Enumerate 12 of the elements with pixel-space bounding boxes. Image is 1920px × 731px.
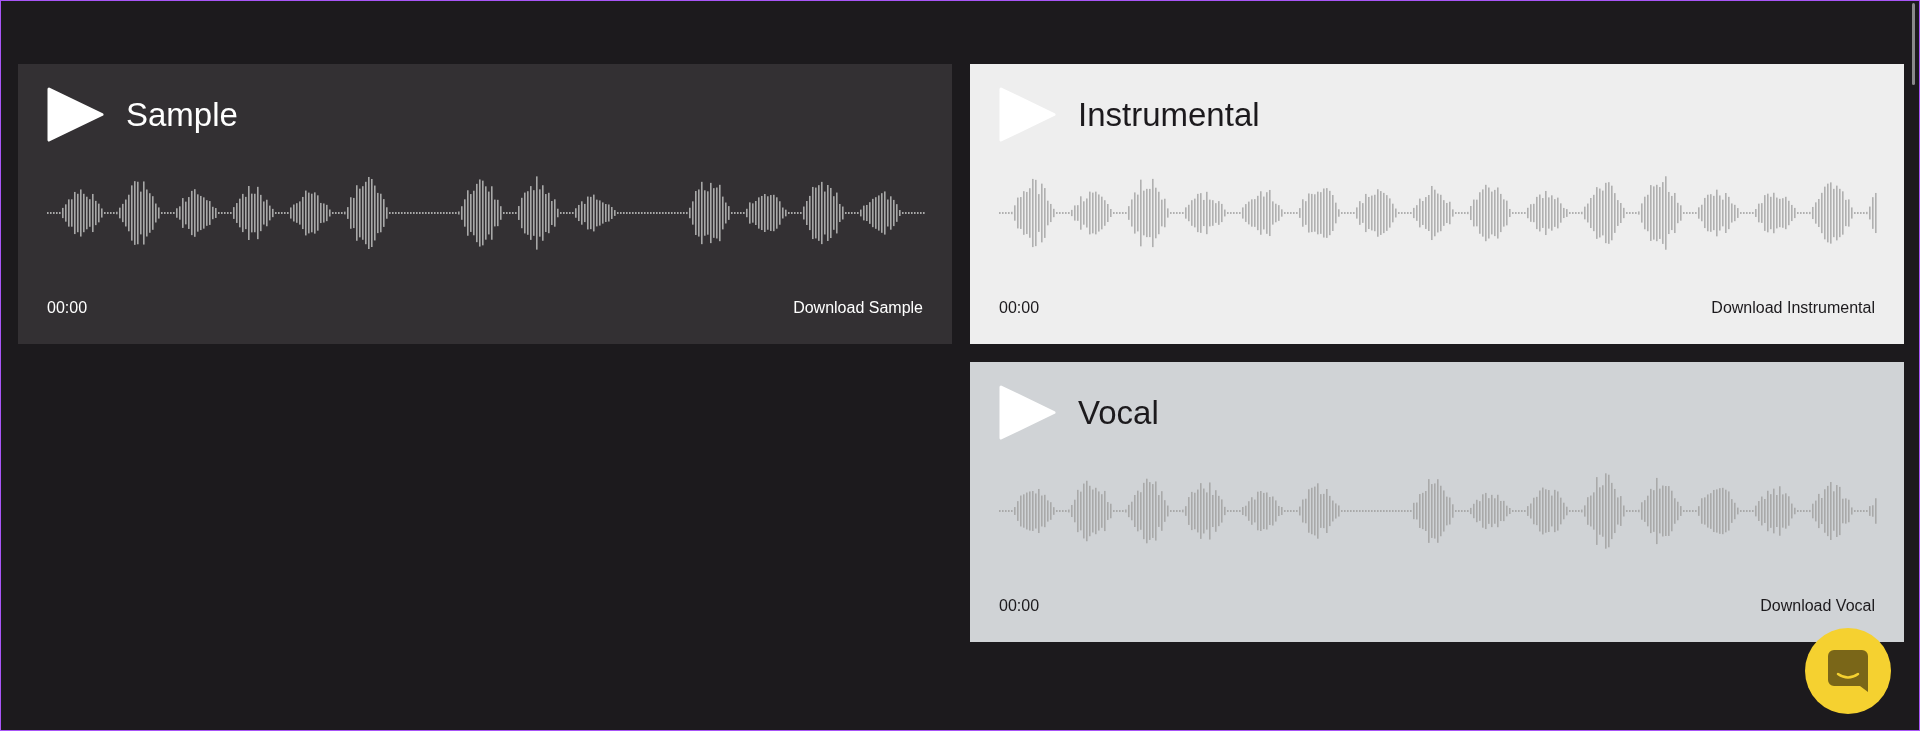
time-label: 00:00: [47, 298, 88, 318]
track-title: Instrumental: [1078, 98, 1260, 131]
chat-icon: [1828, 650, 1868, 692]
track-title: Vocal: [1078, 396, 1159, 429]
download-link[interactable]: Download Instrumental: [1711, 296, 1875, 320]
time-label: 00:00: [999, 596, 1040, 616]
time-label: 00:00: [999, 298, 1040, 318]
download-link[interactable]: Download Sample: [793, 296, 923, 320]
track-title: Sample: [126, 98, 238, 131]
scrollbar-thumb[interactable]: [1912, 3, 1915, 85]
download-link[interactable]: Download Vocal: [1760, 594, 1875, 618]
play-button[interactable]: [47, 86, 104, 143]
